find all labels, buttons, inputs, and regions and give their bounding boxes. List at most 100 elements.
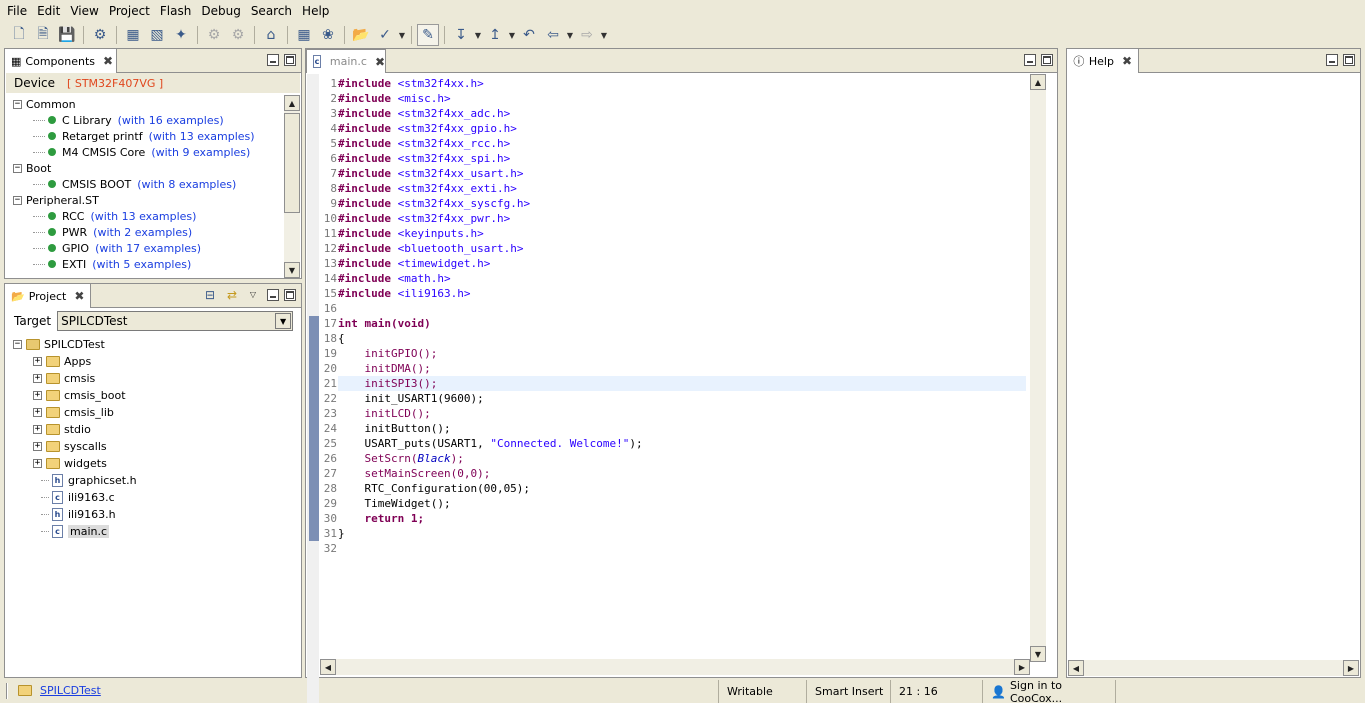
bookmark-up-icon[interactable]: ↥ [484, 24, 506, 46]
tab-help[interactable]: ⓘ Help ✖ [1067, 49, 1139, 73]
scroll-right-icon[interactable]: ▶ [1343, 660, 1359, 676]
menu-file[interactable]: File [2, 4, 32, 18]
examples-link[interactable]: (with 5 examples) [92, 258, 191, 271]
nav-back-dropdown-icon[interactable]: ▼ [566, 31, 574, 40]
download-icon[interactable]: ▧ [146, 24, 168, 46]
code-line[interactable]: #include <stm32f4xx_usart.h> [338, 166, 1026, 181]
code-line[interactable]: #include <stm32f4xx_syscfg.h> [338, 196, 1026, 211]
examples-link[interactable]: (with 9 examples) [151, 146, 250, 159]
menu-view[interactable]: View [65, 4, 103, 18]
tab-components[interactable]: ▦ Components ✖ [5, 49, 117, 73]
menu-flash[interactable]: Flash [155, 4, 196, 18]
examples-link[interactable]: (with 8 examples) [137, 178, 236, 191]
tree-group-boot[interactable]: − Boot [13, 160, 51, 176]
collapse-icon[interactable]: − [13, 195, 22, 205]
code-line[interactable]: init_USART1(9600); [338, 391, 1026, 406]
bookmark-up-dropdown-icon[interactable]: ▼ [508, 31, 516, 40]
nav-forward-icon[interactable]: ⇨ [576, 24, 598, 46]
code-line[interactable]: #include <stm32f4xx_exti.h> [338, 181, 1026, 196]
minimize-icon[interactable] [267, 54, 279, 66]
code-line[interactable]: TimeWidget(); [338, 496, 1026, 511]
menu-project[interactable]: Project [104, 4, 155, 18]
code-line[interactable]: #include <stm32f4xx_adc.h> [338, 106, 1026, 121]
expand-icon[interactable]: + [33, 373, 42, 383]
scroll-down-icon[interactable]: ▼ [284, 262, 300, 278]
components-icon[interactable]: ▦ [293, 24, 315, 46]
menu-debug[interactable]: Debug [196, 4, 245, 18]
tree-folder-cmsis[interactable]: + cmsis [33, 370, 95, 386]
bookmark-down-dropdown-icon[interactable]: ▼ [474, 31, 482, 40]
configure-icon[interactable]: ✓ [374, 24, 396, 46]
tree-folder-stdio[interactable]: + stdio [33, 421, 91, 437]
nav-forward-dropdown-icon[interactable]: ▼ [600, 31, 608, 40]
device-value[interactable]: [ STM32F407VG ] [67, 77, 163, 90]
menu-help[interactable]: Help [297, 4, 334, 18]
tree-folder-cmsis-boot[interactable]: + cmsis_boot [33, 387, 126, 403]
minimize-icon[interactable] [1326, 54, 1338, 66]
configure-dropdown-icon[interactable]: ▼ [398, 31, 406, 40]
build-icon[interactable]: ⚙ [89, 24, 111, 46]
code-line[interactable]: #include <ili9163.h> [338, 286, 1026, 301]
close-icon[interactable]: ✖ [103, 54, 113, 68]
code-line[interactable]: #include <timewidget.h> [338, 256, 1026, 271]
code-line[interactable] [338, 541, 1026, 556]
collapse-icon[interactable]: − [13, 163, 22, 173]
editor-horizontal-scrollbar[interactable]: ◀ ▶ [320, 659, 1030, 675]
collapse-all-icon[interactable]: ⊟ [201, 286, 219, 304]
code-line[interactable]: return 1; [338, 511, 1026, 526]
code-line[interactable]: initButton(); [338, 421, 1026, 436]
code-line[interactable]: #include <stm32f4xx_rcc.h> [338, 136, 1026, 151]
maximize-icon[interactable] [1041, 54, 1053, 66]
code-line[interactable]: #include <math.h> [338, 271, 1026, 286]
scroll-up-icon[interactable]: ▲ [284, 95, 300, 111]
tree-folder-syscalls[interactable]: + syscalls [33, 438, 107, 454]
chevron-down-icon[interactable]: ▼ [275, 313, 292, 329]
expand-icon[interactable]: + [33, 424, 42, 434]
examples-link[interactable]: (with 2 examples) [93, 226, 192, 239]
settings-icon[interactable]: ⚙ [227, 24, 249, 46]
expand-icon[interactable]: + [33, 458, 42, 468]
code-line[interactable]: #include <stm32f4xx_gpio.h> [338, 121, 1026, 136]
code-line[interactable]: initGPIO(); [338, 346, 1026, 361]
component-item[interactable]: GPIO (with 17 examples) [33, 240, 201, 256]
expand-icon[interactable]: + [33, 356, 42, 366]
code-line[interactable]: USART_puts(USART1, "Connected. Welcome!"… [338, 436, 1026, 451]
rebuild-icon[interactable]: ▦ [122, 24, 144, 46]
project-root[interactable]: − SPILCDTest [13, 336, 105, 352]
maximize-icon[interactable] [284, 54, 296, 66]
code-line[interactable]: } [338, 526, 1026, 541]
code-line[interactable]: initSPI3(); [338, 376, 1026, 391]
expand-icon[interactable]: + [33, 441, 42, 451]
code-line[interactable]: setMainScreen(0,0); [338, 466, 1026, 481]
new-file-icon[interactable]: 🗋 [8, 24, 30, 46]
help-horizontal-scrollbar[interactable]: ◀ ▶ [1068, 660, 1359, 676]
tree-file-ili9163-h[interactable]: h ili9163.h [41, 506, 116, 522]
open-project-icon[interactable]: 📂 [350, 24, 372, 46]
highlight-icon[interactable]: ✎ [417, 24, 439, 46]
code-line[interactable]: initLCD(); [338, 406, 1026, 421]
examples-link[interactable]: (with 16 examples) [118, 114, 224, 127]
tab-project[interactable]: 📂 Project ✖ [5, 284, 91, 308]
tree-folder-apps[interactable]: + Apps [33, 353, 91, 369]
bookmark-down-icon[interactable]: ↧ [450, 24, 472, 46]
tree-file-ili9163-c[interactable]: c ili9163.c [41, 489, 115, 505]
tree-file-graphicset-h[interactable]: h graphicset.h [41, 472, 137, 488]
repository-icon[interactable]: ❀ [317, 24, 339, 46]
maximize-icon[interactable] [284, 289, 296, 301]
code-line[interactable]: { [338, 331, 1026, 346]
code-text[interactable]: #include <stm32f4xx.h> #include <misc.h> #… [338, 76, 1026, 556]
menu-edit[interactable]: Edit [32, 4, 65, 18]
code-line[interactable]: #include <bluetooth_usart.h> [338, 241, 1026, 256]
component-item[interactable]: M4 CMSIS Core (with 9 examples) [33, 144, 250, 160]
component-item[interactable]: EXTI (with 5 examples) [33, 256, 191, 272]
collapse-icon[interactable]: − [13, 99, 22, 109]
scroll-up-icon[interactable]: ▲ [1030, 74, 1046, 90]
examples-link[interactable]: (with 13 examples) [149, 130, 255, 143]
home-icon[interactable]: ⌂ [260, 24, 282, 46]
code-line[interactable]: #include <misc.h> [338, 91, 1026, 106]
code-area[interactable]: 1 2 3 4 5 6 7 8 9 10 11 12 13 14 15 16 17 18 19 20 21 22 23 24 2… [307, 74, 1056, 703]
minimize-icon[interactable] [267, 289, 279, 301]
close-icon[interactable]: ✖ [74, 289, 84, 303]
expand-icon[interactable]: + [33, 407, 42, 417]
code-line[interactable]: #include <stm32f4xx_pwr.h> [338, 211, 1026, 226]
